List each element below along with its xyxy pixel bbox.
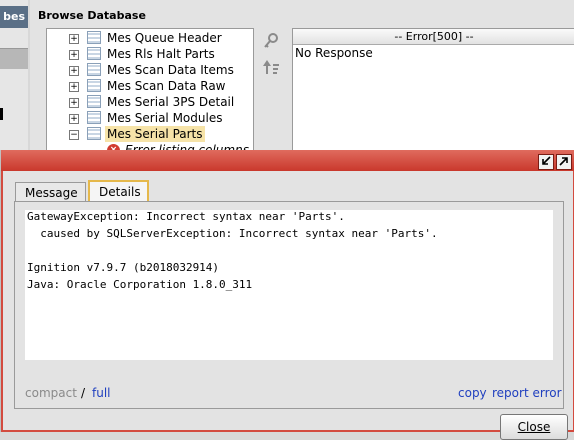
panel-title: Browse Database (38, 9, 146, 22)
table-icon (87, 95, 101, 108)
tab-details[interactable]: Details (88, 180, 149, 201)
dialog-titlebar[interactable] (1, 150, 574, 171)
left-panel: bes (0, 0, 28, 150)
query-results-table[interactable]: -- Error[500] -- No Response (292, 28, 574, 152)
left-panel-header (0, 48, 28, 69)
details-text-area[interactable]: GatewayException: Incorrect syntax near … (25, 210, 553, 360)
key-icon[interactable] (262, 32, 280, 50)
maximize-icon[interactable] (556, 154, 572, 170)
tree-item-label: Mes Serial Parts (105, 126, 205, 142)
link-separator: / (81, 386, 86, 400)
results-column-header[interactable]: -- Error[500] -- (293, 29, 574, 45)
table-icon (87, 127, 101, 140)
detail-line: Java: Oracle Corporation 1.8.0_311 (27, 278, 253, 291)
detail-line: GatewayException: Incorrect syntax near … (27, 210, 345, 223)
tree-item[interactable]: + Mes Serial 3PS Detail (47, 94, 253, 110)
table-icon (87, 79, 101, 92)
table-icon (87, 111, 101, 124)
dialog-body: Message Details GatewayException: Incorr… (1, 171, 574, 440)
expand-icon[interactable]: + (69, 34, 79, 44)
left-panel-marker (0, 108, 3, 120)
copy-link[interactable]: copy (458, 386, 487, 400)
browse-database-panel: Browse Database + Mes Queue Header + Mes… (30, 0, 574, 152)
tree-item-label: Mes Serial Modules (107, 111, 223, 125)
detail-line: caused by SQLServerException: Incorrect … (27, 227, 438, 240)
expand-icon[interactable]: + (69, 50, 79, 60)
table-icon (87, 63, 101, 76)
tree-scrollbar[interactable]: ▲ (253, 29, 254, 151)
tree-item-selected[interactable]: − Mes Serial Parts (47, 126, 253, 142)
detail-line: Ignition v7.9.7 (b2018032914) (27, 261, 220, 274)
restore-icon[interactable] (538, 154, 554, 170)
sort-icon[interactable] (262, 58, 280, 76)
compact-link[interactable]: compact (25, 386, 77, 400)
tree-item-label: Mes Serial 3PS Detail (107, 95, 235, 109)
full-link[interactable]: full (92, 386, 111, 400)
expand-icon[interactable]: + (69, 82, 79, 92)
expand-icon[interactable]: + (69, 66, 79, 76)
tree-item-label: Mes Scan Data Items (107, 63, 234, 77)
table-icon (87, 47, 101, 60)
tree-item[interactable]: + Mes Scan Data Raw (47, 78, 253, 94)
details-pane: GatewayException: Incorrect syntax near … (14, 201, 564, 409)
tree-item[interactable]: + Mes Scan Data Items (47, 62, 253, 78)
report-error-link[interactable]: report error (492, 386, 562, 400)
tab-message[interactable]: Message (15, 182, 86, 202)
tree-item[interactable]: + Mes Serial Modules (47, 110, 253, 126)
table-tree[interactable]: + Mes Queue Header + Mes Rls Halt Parts … (46, 28, 254, 152)
close-button[interactable]: Close (500, 414, 568, 440)
tree-item-label: Mes Queue Header (107, 31, 222, 45)
tree-item[interactable]: + Mes Rls Halt Parts (47, 46, 253, 62)
left-panel-tab[interactable]: bes (0, 6, 28, 28)
expand-icon[interactable]: + (69, 98, 79, 108)
tree-item[interactable]: + Mes Queue Header (47, 30, 253, 46)
table-icon (87, 31, 101, 44)
results-cell[interactable]: No Response (295, 46, 373, 61)
tree-item-label: Mes Rls Halt Parts (107, 47, 215, 61)
expand-icon[interactable]: + (69, 114, 79, 124)
tree-item-label: Mes Scan Data Raw (107, 79, 226, 93)
error-dialog: Message Details GatewayException: Incorr… (0, 150, 574, 440)
collapse-icon[interactable]: − (69, 130, 79, 140)
